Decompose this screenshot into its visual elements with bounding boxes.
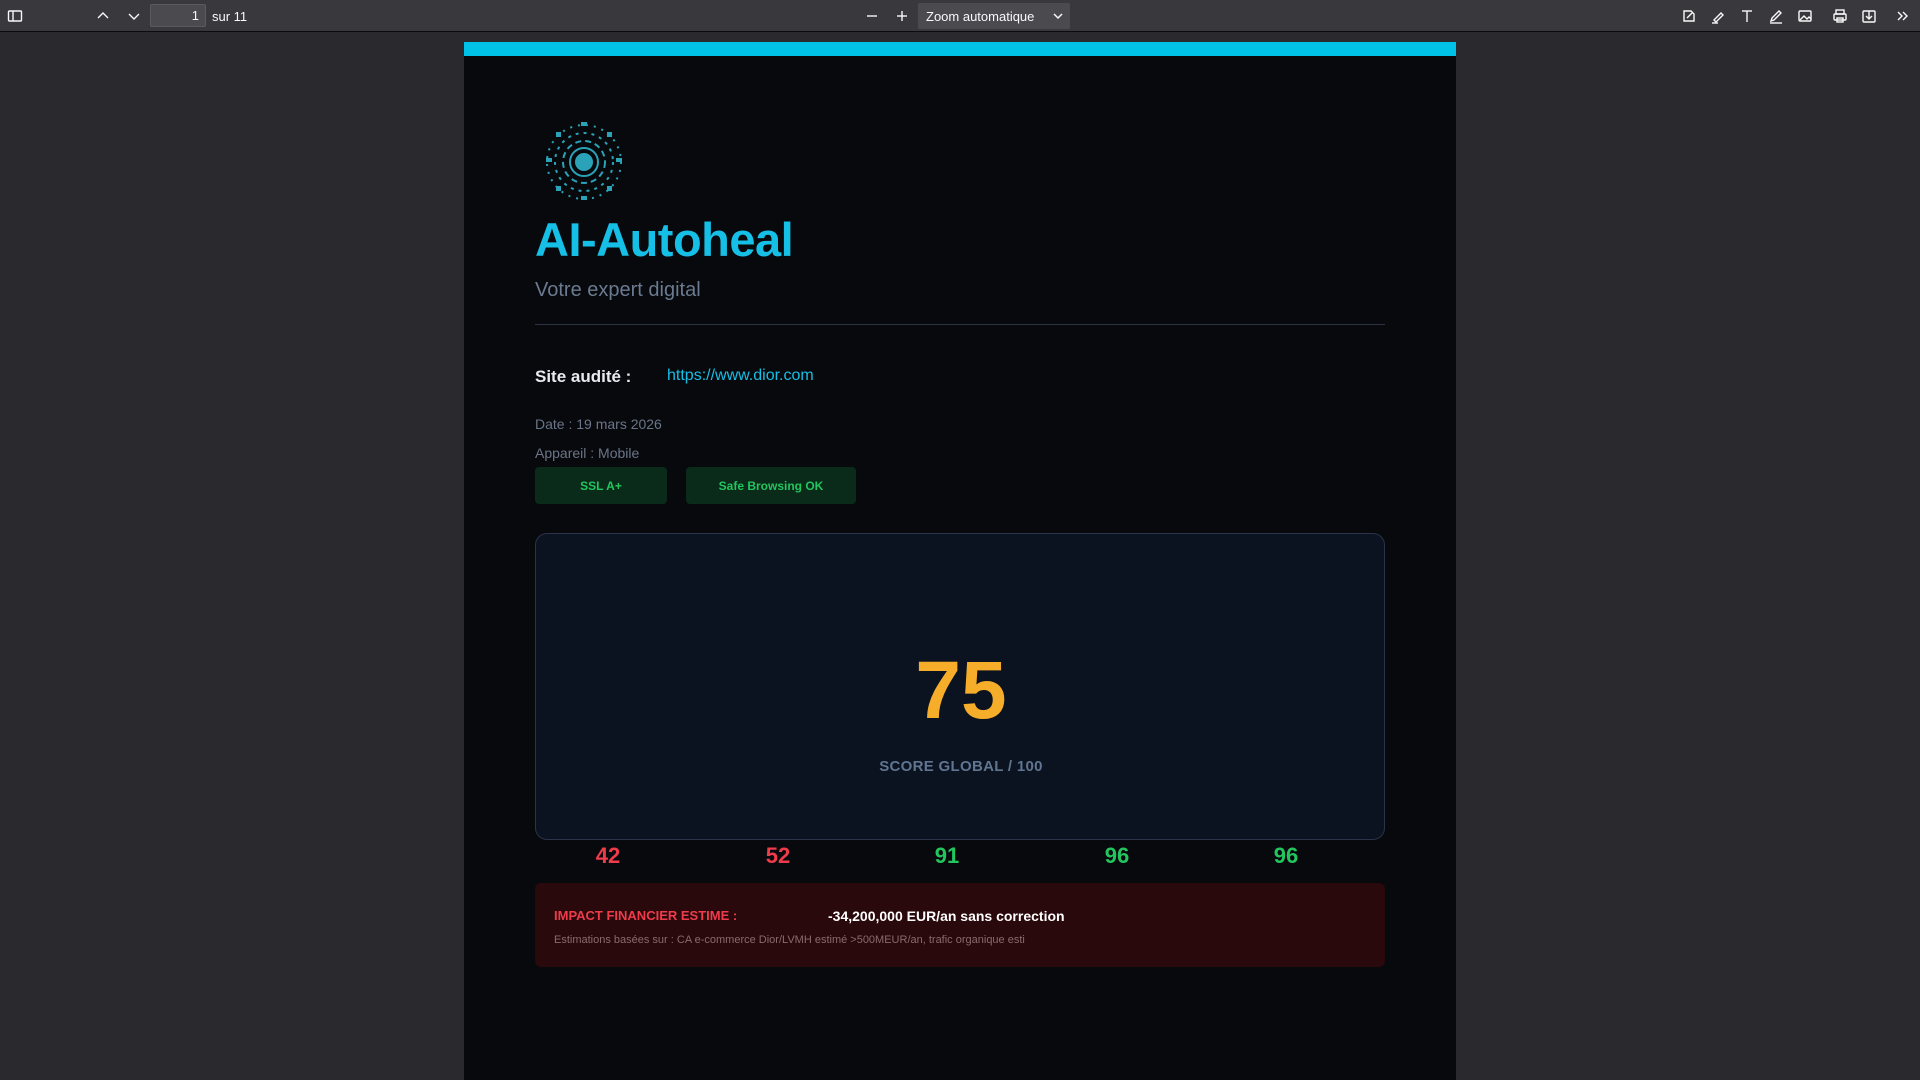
sidebar-toggle-icon[interactable] xyxy=(3,4,27,28)
global-score-value: 75 xyxy=(915,645,1007,736)
zoom-select[interactable]: Zoom automatique xyxy=(918,3,1070,29)
report-title: AI-Autoheal xyxy=(535,213,794,266)
zoom-in-icon[interactable] xyxy=(890,4,914,28)
audit-date: Date : 19 mars 2026 xyxy=(535,416,662,432)
impact-note: Estimations basées sur : CA e-commerce D… xyxy=(554,934,1025,946)
chevron-up-icon[interactable] xyxy=(91,4,115,28)
zoom-select-value: Zoom automatique xyxy=(926,9,1035,24)
global-score-label: SCORE GLOBAL / 100 xyxy=(879,758,1043,775)
signature-icon[interactable] xyxy=(1677,4,1701,28)
sub-score-4: 96 xyxy=(1104,843,1130,868)
zoom-out-icon[interactable] xyxy=(860,4,884,28)
ai-eye-logo-icon xyxy=(540,118,628,206)
image-icon[interactable] xyxy=(1793,4,1817,28)
financial-impact-box: IMPACT FINANCIER ESTIME : -34,200,000 EU… xyxy=(535,883,1385,967)
sub-score-5: 96 xyxy=(1273,843,1299,868)
site-url-link[interactable]: https://www.dior.com xyxy=(667,367,814,385)
header-divider xyxy=(535,324,1385,325)
sub-score-2: 52 xyxy=(765,843,791,868)
text-icon[interactable] xyxy=(1735,4,1759,28)
chevron-down-icon[interactable] xyxy=(122,4,146,28)
pdf-toolbar: sur 11 Zoom automatique xyxy=(0,0,1920,32)
audit-device: Appareil : Mobile xyxy=(535,445,640,461)
page-number-input[interactable] xyxy=(150,4,206,27)
global-score-card: 75 SCORE GLOBAL / 100 xyxy=(535,533,1385,840)
page-total-label: sur 11 xyxy=(212,9,248,24)
report-subtitle: Votre expert digital xyxy=(535,279,701,301)
ssl-badge: SSL A+ xyxy=(535,467,667,504)
sub-score-3: 91 xyxy=(934,843,960,868)
sub-score-1: 42 xyxy=(595,843,621,868)
site-label: Site audité : xyxy=(535,367,632,386)
impact-value: -34,200,000 EUR/an sans correction xyxy=(828,908,1065,924)
highlight-icon[interactable] xyxy=(1706,4,1730,28)
more-tools-icon[interactable] xyxy=(1891,4,1915,28)
page-accent-bar xyxy=(464,42,1456,56)
print-icon[interactable] xyxy=(1828,4,1852,28)
pdf-page: AI-Autoheal Votre expert digital Site au… xyxy=(464,42,1456,1080)
draw-icon[interactable] xyxy=(1764,4,1788,28)
safe-browsing-badge: Safe Browsing OK xyxy=(686,467,856,504)
impact-label: IMPACT FINANCIER ESTIME : xyxy=(554,908,738,923)
save-icon[interactable] xyxy=(1857,4,1881,28)
chevron-down-icon xyxy=(1052,10,1064,25)
